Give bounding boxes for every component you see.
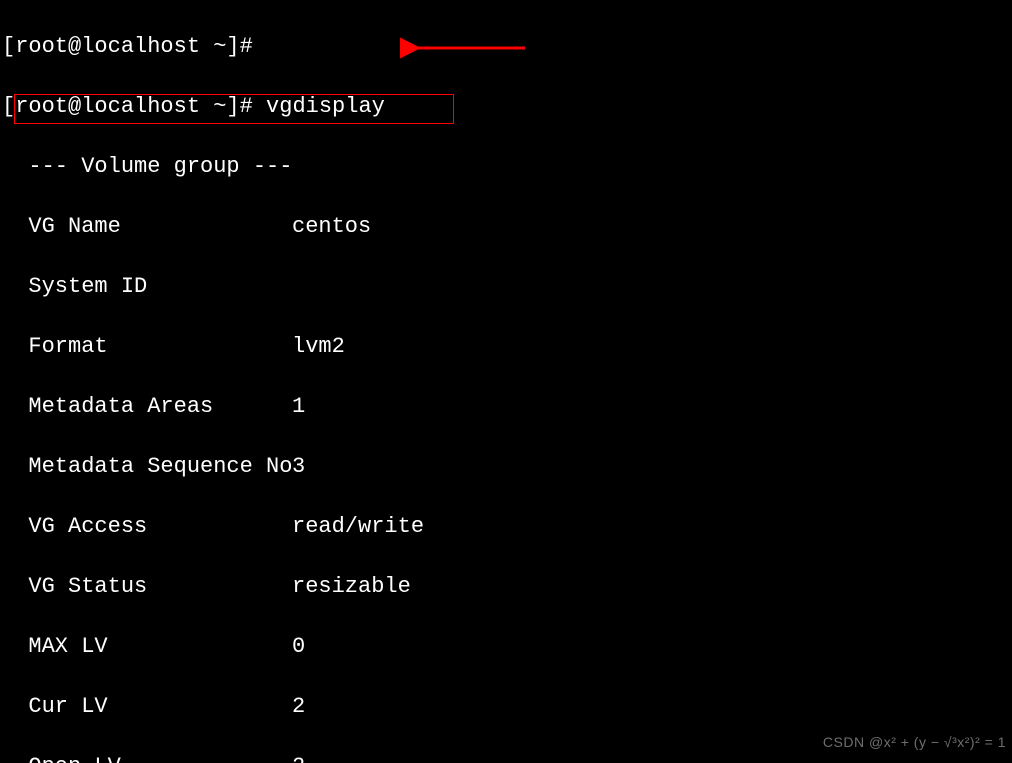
vg-header: --- Volume group --- [2, 152, 1010, 182]
vg-row-metadata-seq: Metadata Sequence No3 [2, 452, 1010, 482]
vg-row-vg-name: VG Namecentos [2, 212, 1010, 242]
vg-row-vg-access: VG Accessread/write [2, 512, 1010, 542]
vg-value: 2 [292, 692, 305, 722]
vg-row-cur-lv: Cur LV2 [2, 692, 1010, 722]
vg-label: Cur LV [2, 692, 292, 722]
vg-value: lvm2 [292, 332, 345, 362]
vg-row-format: Formatlvm2 [2, 332, 1010, 362]
terminal-output[interactable]: [root@localhost ~]# [root@localhost ~]# … [0, 0, 1012, 763]
vg-value: 2 [292, 752, 305, 763]
vg-row-max-lv: MAX LV0 [2, 632, 1010, 662]
vg-row-metadata-areas: Metadata Areas1 [2, 392, 1010, 422]
watermark-text: CSDN @x² + (y − √³x²)² = 1 [823, 727, 1006, 757]
vg-label: VG Status [2, 572, 292, 602]
vg-label: Metadata Areas [2, 392, 292, 422]
vg-label: System ID [2, 272, 292, 302]
vg-row-system-id: System ID [2, 272, 1010, 302]
vg-value: read/write [292, 512, 424, 542]
entered-command: vgdisplay [266, 94, 385, 119]
vg-value: 1 [292, 392, 305, 422]
vg-label: MAX LV [2, 632, 292, 662]
vg-value: 0 [292, 632, 305, 662]
vg-value: 3 [292, 452, 305, 482]
prompt-line-1: [root@localhost ~]# [2, 32, 1010, 62]
vg-label: Format [2, 332, 292, 362]
vg-label: Open LV [2, 752, 292, 763]
vg-label: VG Access [2, 512, 292, 542]
vg-label: Metadata Sequence No [2, 452, 292, 482]
vg-value: centos [292, 212, 371, 242]
vg-value: resizable [292, 572, 411, 602]
vg-label: VG Name [2, 212, 292, 242]
vg-row-vg-status: VG Statusresizable [2, 572, 1010, 602]
command-line: [root@localhost ~]# vgdisplay [2, 92, 1010, 122]
